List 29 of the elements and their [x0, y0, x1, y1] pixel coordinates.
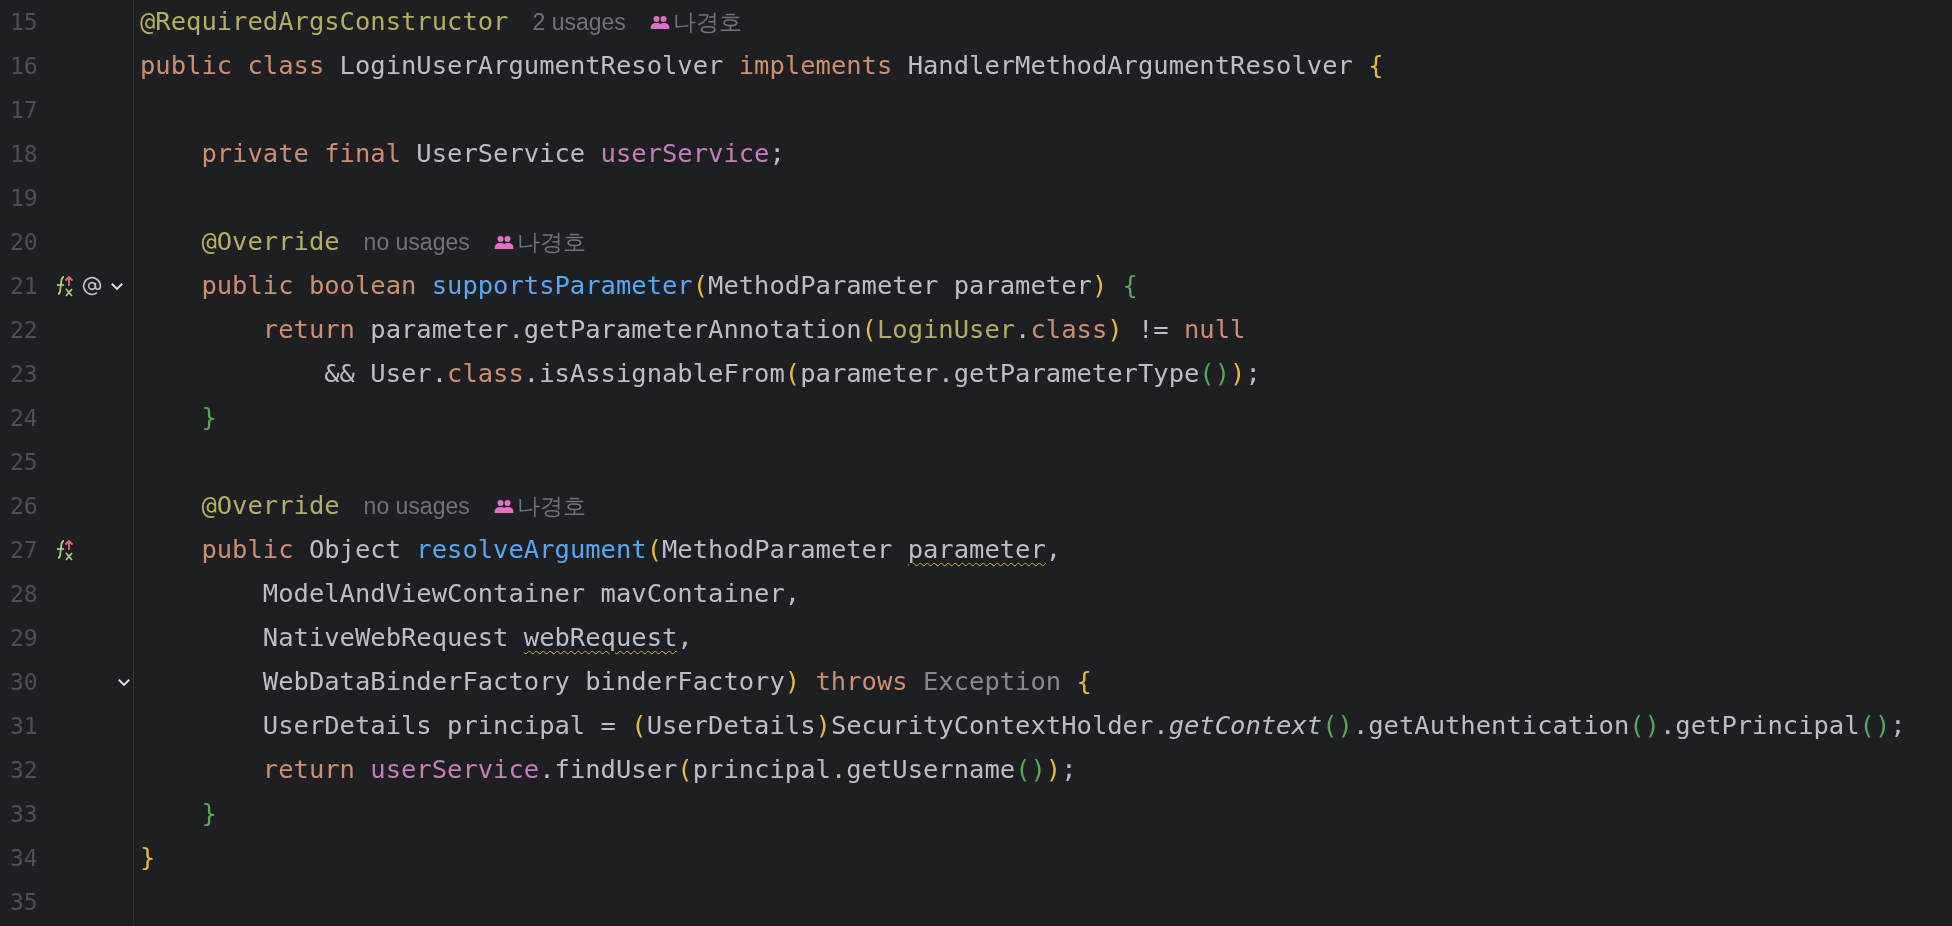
people-icon — [649, 15, 670, 29]
function-arrow-icon[interactable] — [54, 538, 76, 562]
usages-hint[interactable]: 2 usages — [532, 4, 626, 40]
code-line: ModelAndViewContainer mavContainer, — [261, 581, 801, 607]
code-line: public boolean supportsParameter(MethodParameter parameter) { — [200, 273, 1138, 299]
code-line: } — [140, 845, 156, 871]
code-line: return userService.findUser(principal.getUsername()); — [261, 757, 1077, 783]
code-line: public class LoginUserArgumentResolver implements HandlerMethodArgumentResolver { — [140, 53, 1384, 79]
code-line: UserDetails principal = (UserDetails)SecurityContextHolder.getContext().getAuthentication().getPrincipal(); — [261, 713, 1906, 739]
usages-hint[interactable]: no usages — [363, 224, 470, 260]
code-line: @Override — [200, 229, 340, 255]
code-line: return parameter.getParameterAnnotation(LoginUser.class) != null — [261, 317, 1246, 343]
function-arrow-icon[interactable] — [54, 274, 76, 298]
code-line: public Object resolveArgument(MethodParameter parameter, — [200, 537, 1062, 563]
people-icon — [493, 235, 514, 249]
code-line: } — [200, 801, 217, 827]
code-line: NativeWebRequest webRequest, — [261, 625, 693, 651]
code-line: WebDataBinderFactory binderFactory) throws Exception { — [261, 669, 1092, 695]
code-line: @RequiredArgsConstructor — [140, 9, 509, 35]
author-hint[interactable]: 나경호 — [516, 488, 586, 524]
code-line: && User.class.isAssignableFrom(parameter.getParameterType()); — [323, 361, 1261, 387]
at-sign-icon[interactable] — [82, 276, 102, 296]
code-line: @Override — [200, 493, 340, 519]
code-line: } — [200, 405, 217, 431]
usages-hint[interactable]: no usages — [363, 488, 470, 524]
author-hint[interactable]: 나경호 — [672, 4, 742, 40]
people-icon — [493, 499, 514, 513]
code-line: private final UserService userService; — [200, 141, 785, 167]
author-hint[interactable]: 나경호 — [516, 224, 586, 260]
